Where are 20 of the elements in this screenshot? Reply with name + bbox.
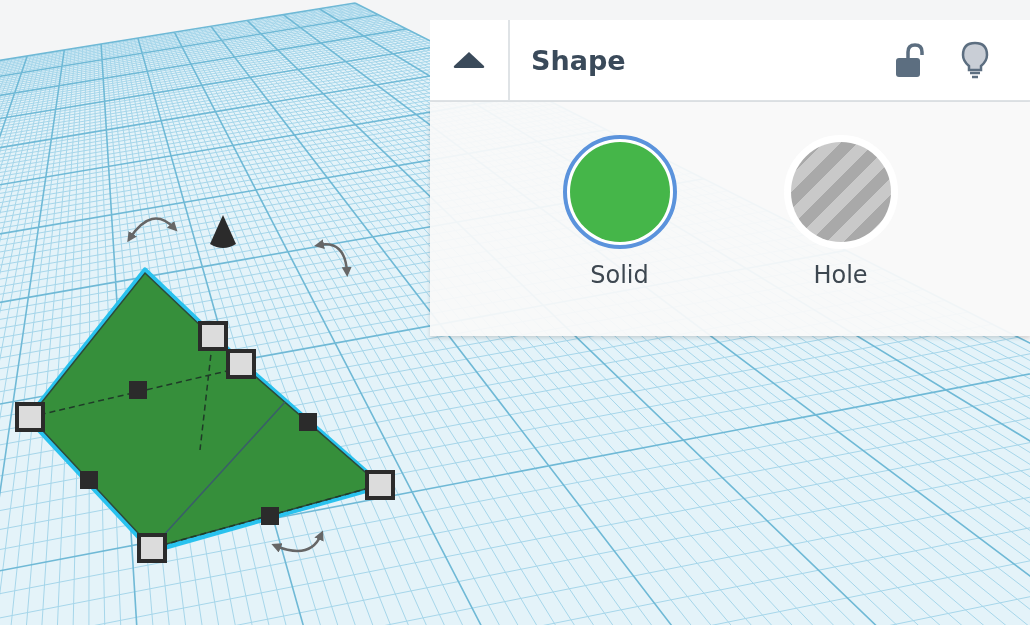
corner-handle[interactable] — [226, 349, 256, 379]
solid-option[interactable]: Solid — [556, 102, 683, 336]
lightbulb-icon[interactable] — [960, 40, 990, 80]
rotate-arrow-icon[interactable] — [314, 239, 352, 277]
edge-handle[interactable] — [129, 381, 147, 399]
edge-handle[interactable] — [80, 471, 98, 489]
corner-handle[interactable] — [365, 470, 395, 500]
cone-icon[interactable] — [210, 215, 236, 248]
lock-open-icon[interactable] — [894, 42, 924, 78]
edge-handle[interactable] — [261, 507, 279, 525]
corner-handle[interactable] — [15, 402, 45, 432]
hole-option[interactable]: Hole — [777, 102, 904, 336]
corner-handle[interactable] — [137, 533, 167, 563]
caret-icon — [452, 50, 486, 70]
edge-handle[interactable] — [299, 413, 317, 431]
pyramid-shape-drawing[interactable] — [15, 267, 395, 563]
rotate-arrow-icon[interactable] — [271, 530, 324, 553]
corner-handle[interactable] — [198, 321, 228, 351]
rotate-arrow-icon[interactable] — [127, 217, 178, 243]
panel-title: Shape — [530, 44, 627, 76]
